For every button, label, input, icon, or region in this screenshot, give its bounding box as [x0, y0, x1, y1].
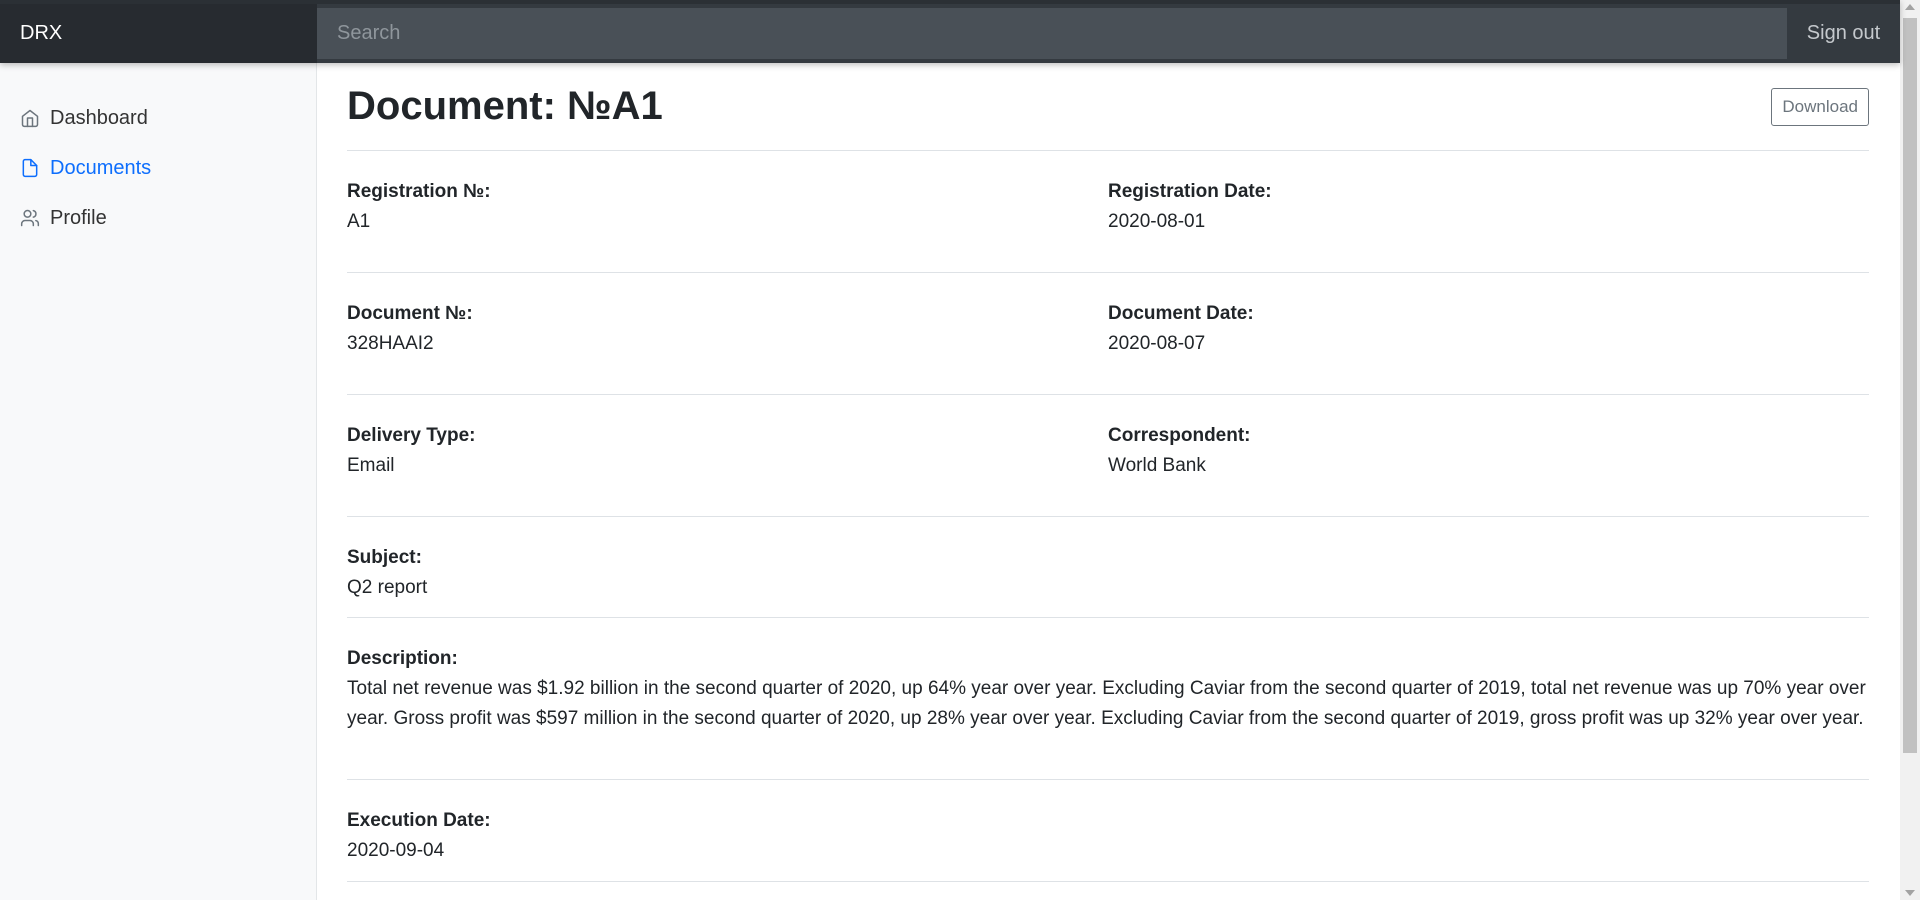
top-navbar: DRX Sign out [0, 0, 1900, 63]
document-date-field: Document Date: 2020-08-07 [1108, 273, 1869, 394]
field-row: Document №: 328HAAI2 Document Date: 2020… [347, 273, 1869, 395]
field-value: 2020-08-01 [1108, 211, 1206, 232]
description-field: Description: Total net revenue was $1.92… [347, 618, 1869, 779]
scroll-up-arrow-icon[interactable] [1905, 4, 1915, 10]
document-details: Document: №A1 Download Registration №: A… [347, 63, 1869, 900]
field-label: Registration Date: [1108, 181, 1272, 202]
download-button[interactable]: Download [1771, 87, 1869, 126]
sidebar-item-label: Documents [50, 156, 152, 179]
field-label: Document Date: [1108, 303, 1254, 324]
sidebar-item-dashboard[interactable]: Dashboard [0, 93, 316, 143]
field-row: Description: Total net revenue was $1.92… [347, 618, 1869, 780]
field-value: 2020-08-07 [1108, 333, 1206, 354]
scrollbar-thumb[interactable] [1903, 18, 1917, 753]
document-no-field: Document №: 328HAAI2 [347, 273, 1108, 394]
field-row: Registration №: A1 Registration Date: 20… [347, 151, 1869, 273]
delivery-type-field: Delivery Type: Email [347, 395, 1108, 516]
subject-field: Subject: Q2 report [347, 517, 1869, 617]
field-row: Delivery Type: Email Correspondent: Worl… [347, 395, 1869, 517]
sidebar-item-label: Profile [50, 206, 107, 229]
field-label: Correspondent: [1108, 425, 1251, 446]
field-label: Description: [347, 648, 458, 669]
field-value: Email [347, 455, 395, 476]
field-value: 2020-09-04 [347, 840, 445, 861]
registration-no-field: Registration №: A1 [347, 151, 1108, 272]
field-value: 328HAAI2 [347, 333, 434, 354]
sidebar: Dashboard Documents Profile [0, 63, 317, 900]
sign-out-link[interactable]: Sign out [1787, 4, 1900, 63]
sidebar-item-documents[interactable]: Documents [0, 143, 316, 193]
execution-date-field: Execution Date: 2020-09-04 [347, 780, 1869, 881]
file-icon [22, 158, 38, 178]
sidebar-item-profile[interactable]: Profile [0, 193, 316, 243]
page-scrollbar[interactable] [1900, 0, 1920, 900]
field-value: Total net revenue was $1.92 billion in t… [347, 678, 1866, 729]
field-label: Document №: [347, 303, 473, 324]
field-label: Registration №: [347, 181, 491, 202]
registration-date-field: Registration Date: 2020-08-01 [1108, 151, 1869, 272]
field-label: Delivery Type: [347, 425, 476, 446]
field-label: Subject: [347, 547, 422, 568]
sidebar-item-label: Dashboard [50, 106, 148, 129]
page-header: Document: №A1 Download [347, 63, 1869, 151]
field-row: Execution Date: 2020-09-04 [347, 780, 1869, 882]
field-value: A1 [347, 211, 371, 232]
brand-logo[interactable]: DRX [0, 4, 317, 63]
scroll-down-arrow-icon[interactable] [1905, 890, 1915, 896]
search-box[interactable] [317, 8, 1787, 59]
field-row: Subject: Q2 report [347, 517, 1869, 618]
field-value: Q2 report [347, 577, 428, 598]
users-icon [20, 209, 40, 227]
home-icon [21, 109, 39, 128]
correspondent-field: Correspondent: World Bank [1108, 395, 1869, 516]
search-input[interactable] [337, 22, 1787, 45]
page-title: Document: №A1 [347, 84, 663, 128]
field-value: World Bank [1108, 455, 1206, 476]
field-label: Execution Date: [347, 810, 491, 831]
